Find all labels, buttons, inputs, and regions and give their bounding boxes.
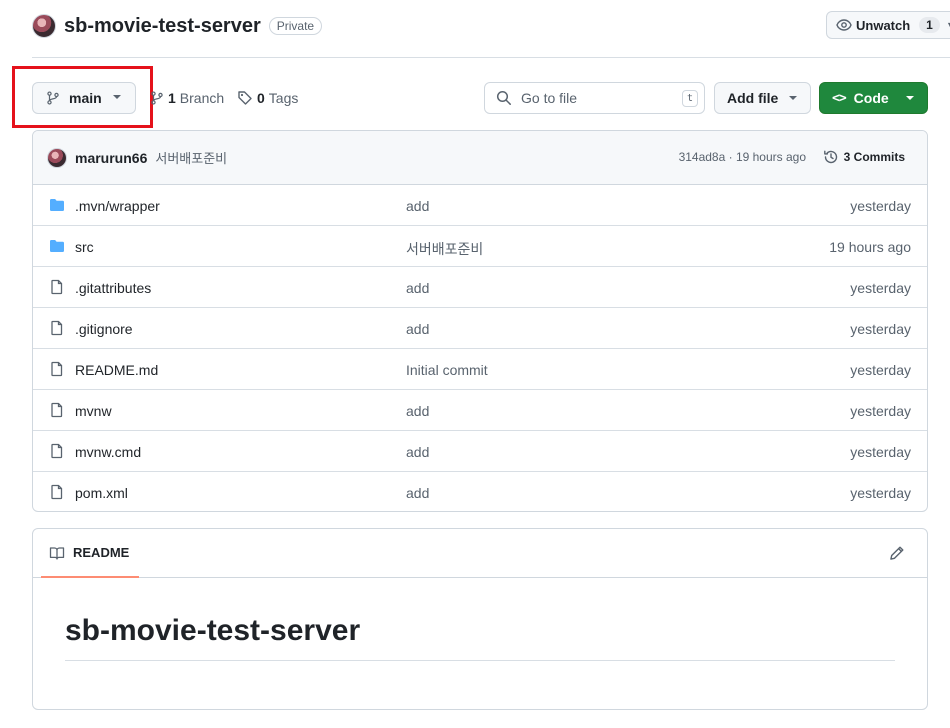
tags-count: 0: [257, 90, 265, 106]
file-row[interactable]: .mvn/wrapper add yesterday: [33, 185, 927, 226]
file-row[interactable]: .gitignore add yesterday: [33, 308, 927, 349]
go-to-file-input[interactable]: Go to file t: [484, 82, 705, 114]
readme-tabbar: README: [33, 529, 927, 578]
readme-tab-label: README: [73, 545, 130, 560]
watchers-count: 1: [919, 17, 940, 33]
file-icon: [51, 402, 63, 418]
chevron-down-icon: [906, 96, 914, 100]
file-commit-message[interactable]: add: [406, 198, 429, 214]
folder-icon: [50, 240, 64, 252]
header-divider: [32, 57, 950, 58]
file-icon: [51, 279, 63, 295]
file-commit-time: 19 hours ago: [829, 239, 911, 255]
file-row[interactable]: mvnw add yesterday: [33, 390, 927, 431]
tags-link[interactable]: 0 Tags: [237, 90, 298, 106]
file-icon: [51, 443, 63, 459]
readme-panel: README sb-movie-test-server: [32, 528, 928, 710]
file-commit-message[interactable]: Initial commit: [406, 362, 488, 378]
file-commit-time: yesterday: [850, 280, 911, 296]
repo-name[interactable]: sb-movie-test-server: [64, 15, 261, 38]
code-button[interactable]: <> Code: [819, 82, 928, 114]
file-icon: [51, 484, 63, 500]
file-name[interactable]: src: [75, 239, 94, 255]
add-file-button[interactable]: Add file: [714, 82, 811, 114]
file-commit-time: yesterday: [850, 403, 911, 419]
visibility-badge: Private: [268, 17, 323, 35]
file-row[interactable]: README.md Initial commit yesterday: [33, 349, 927, 390]
code-icon: <>: [832, 90, 847, 106]
commits-label: Commits: [853, 150, 905, 164]
readme-heading: sb-movie-test-server: [65, 614, 361, 647]
file-name[interactable]: README.md: [75, 362, 158, 378]
file-browser: marurun66 서버배포준비 314ad8a · 19 hours ago …: [32, 130, 928, 512]
commit-author[interactable]: marurun66: [75, 150, 147, 166]
branch-selector-button[interactable]: main: [32, 82, 136, 114]
tab-readme[interactable]: README: [41, 529, 139, 578]
file-icon: [51, 320, 63, 336]
file-name[interactable]: mvnw: [75, 403, 112, 419]
repo-header: sb-movie-test-server Private: [32, 12, 323, 40]
pencil-icon[interactable]: [889, 545, 905, 561]
file-commit-message[interactable]: add: [406, 280, 429, 296]
search-icon: [496, 90, 511, 105]
file-commit-time: yesterday: [850, 444, 911, 460]
committer-avatar[interactable]: [47, 147, 67, 168]
file-commit-message[interactable]: add: [406, 403, 429, 419]
add-file-label: Add file: [727, 90, 779, 106]
file-row[interactable]: src 서버배포준비 19 hours ago: [33, 226, 927, 267]
branch-icon: [47, 91, 59, 105]
file-name[interactable]: .mvn/wrapper: [75, 198, 160, 214]
commit-message[interactable]: 서버배포준비: [155, 148, 227, 167]
owner-avatar[interactable]: [32, 14, 56, 38]
file-commit-time: yesterday: [850, 321, 911, 337]
branch-icon: [151, 91, 163, 105]
file-commit-time: yesterday: [850, 362, 911, 378]
file-commit-message[interactable]: 서버배포준비: [406, 239, 483, 259]
file-name[interactable]: mvnw.cmd: [75, 444, 141, 460]
commit-hash-time[interactable]: 314ad8a · 19 hours ago: [679, 150, 806, 164]
unwatch-label: Unwatch: [856, 17, 911, 33]
commits-link[interactable]: 3 Commits: [823, 149, 905, 165]
unwatch-button[interactable]: Unwatch 1 ▾: [826, 11, 950, 39]
file-commit-time: yesterday: [850, 198, 911, 214]
file-row[interactable]: .gitattributes add yesterday: [33, 267, 927, 308]
eye-icon: [836, 19, 852, 31]
file-commit-message[interactable]: add: [406, 321, 429, 337]
chevron-down-icon: [113, 95, 121, 99]
file-icon: [51, 361, 63, 377]
book-icon: [49, 546, 65, 560]
file-name[interactable]: pom.xml: [75, 485, 128, 501]
chevron-down-icon: [789, 96, 797, 100]
tags-label: Tags: [268, 90, 299, 106]
code-label: Code: [853, 90, 889, 106]
branches-label: Branch: [179, 90, 225, 106]
keyboard-shortcut-hint: t: [681, 90, 698, 107]
commits-count: 3: [843, 150, 851, 164]
file-row[interactable]: mvnw.cmd add yesterday: [33, 431, 927, 472]
history-icon: [823, 150, 837, 164]
file-name[interactable]: .gitattributes: [75, 280, 151, 296]
folder-icon: [50, 199, 64, 211]
tag-icon: [238, 91, 252, 105]
file-name[interactable]: .gitignore: [75, 321, 133, 337]
latest-commit-bar: marurun66 서버배포준비 314ad8a · 19 hours ago …: [33, 131, 927, 185]
file-row[interactable]: pom.xml add yesterday: [33, 472, 927, 511]
branches-count: 1: [168, 90, 176, 106]
search-placeholder: Go to file: [521, 90, 578, 106]
file-commit-message[interactable]: add: [406, 485, 429, 501]
branches-link[interactable]: 1 Branch: [150, 90, 224, 106]
heading-divider: [65, 660, 895, 661]
file-commit-time: yesterday: [850, 485, 911, 501]
branch-name: main: [69, 90, 102, 106]
file-commit-message[interactable]: add: [406, 444, 429, 460]
